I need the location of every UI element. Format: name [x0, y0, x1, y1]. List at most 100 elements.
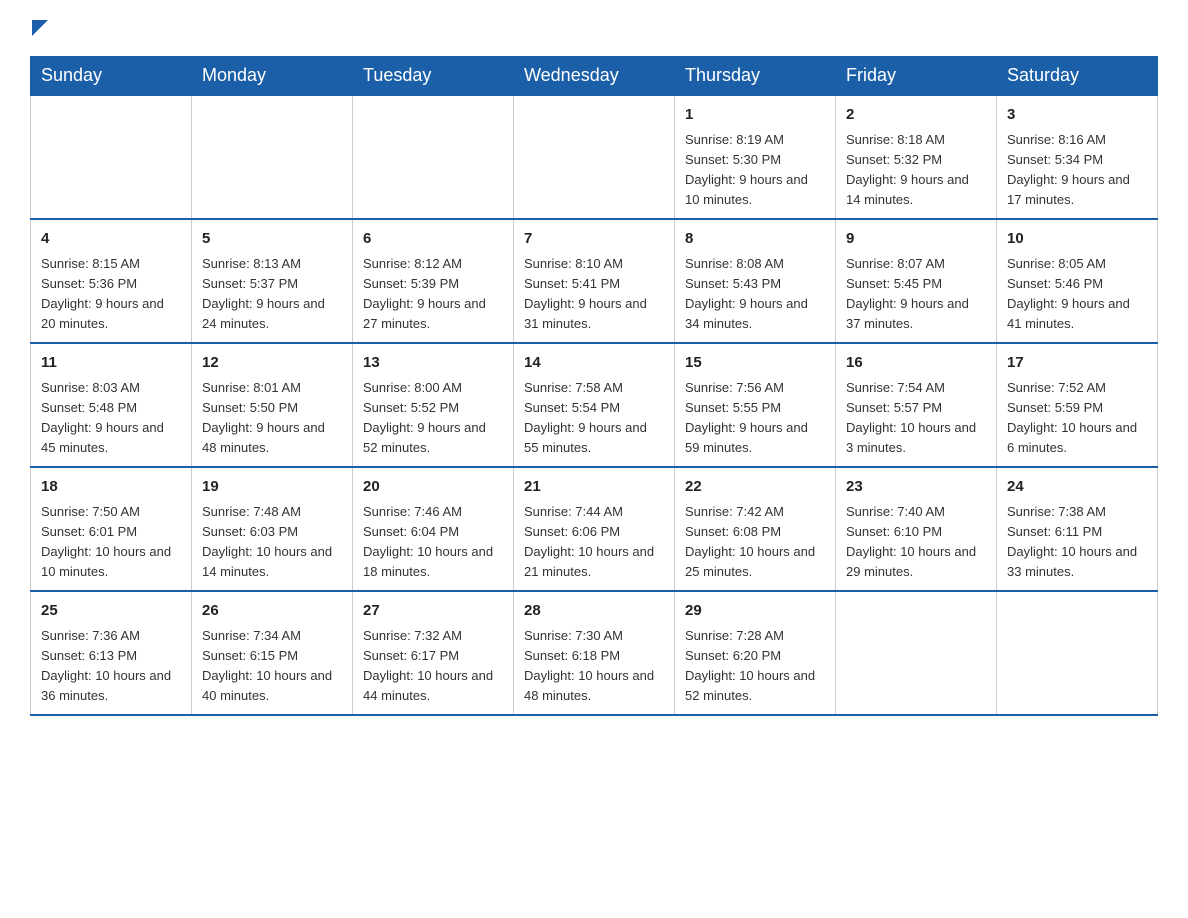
day-info: Sunrise: 8:05 AMSunset: 5:46 PMDaylight:… — [1007, 254, 1147, 335]
calendar-day-cell: 23Sunrise: 7:40 AMSunset: 6:10 PMDayligh… — [836, 467, 997, 591]
day-number: 10 — [1007, 228, 1147, 251]
calendar-day-cell: 5 Sunrise: 8:13 AMSunset: 5:37 PMDaylight… — [192, 219, 353, 343]
day-of-week-header: Monday — [192, 57, 353, 96]
calendar-day-cell: 27 Sunrise: 7:32 AMSunset: 6:17 PMDayligh… — [353, 591, 514, 715]
day-number: 20 — [363, 476, 503, 499]
calendar-week-row: 4 Sunrise: 8:15 AMSunset: 5:36 PMDaylight… — [31, 219, 1158, 343]
calendar-day-cell: 21 Sunrise: 7:44 AMSunset: 6:06 PMDayligh… — [514, 467, 675, 591]
day-number: 21 — [524, 476, 664, 499]
day-number: 19 — [202, 476, 342, 499]
calendar-day-cell: 11 Sunrise: 8:03 AMSunset: 5:48 PMDayligh… — [31, 343, 192, 467]
day-number: 16 — [846, 352, 986, 375]
day-info: Sunrise: 8:07 AMSunset: 5:45 PMDaylight:… — [846, 254, 986, 335]
day-number: 9 — [846, 228, 986, 251]
day-info: Sunrise: 7:42 AMSunset: 6:08 PMDaylight:… — [685, 502, 825, 583]
calendar-day-cell: 20 Sunrise: 7:46 AMSunset: 6:04 PMDayligh… — [353, 467, 514, 591]
logo-triangle-icon — [32, 20, 48, 36]
day-number: 13 — [363, 352, 503, 375]
day-number: 26 — [202, 600, 342, 623]
day-number: 22 — [685, 476, 825, 499]
calendar-day-cell: 3Sunrise: 8:16 AMSunset: 5:34 PMDaylight… — [997, 95, 1158, 219]
day-number: 24 — [1007, 476, 1147, 499]
day-info: Sunrise: 8:15 AMSunset: 5:36 PMDaylight:… — [41, 254, 181, 335]
day-info: Sunrise: 8:18 AMSunset: 5:32 PMDaylight:… — [846, 130, 986, 211]
day-info: Sunrise: 8:01 AMSunset: 5:50 PMDaylight:… — [202, 378, 342, 459]
day-info: Sunrise: 7:34 AMSunset: 6:15 PMDaylight:… — [202, 626, 342, 707]
day-number: 11 — [41, 352, 181, 375]
day-number: 27 — [363, 600, 503, 623]
calendar-day-cell: 15 Sunrise: 7:56 AMSunset: 5:55 PMDayligh… — [675, 343, 836, 467]
day-info: Sunrise: 8:13 AMSunset: 5:37 PMDaylight:… — [202, 254, 342, 335]
calendar-day-cell — [997, 591, 1158, 715]
day-info: Sunrise: 7:54 AMSunset: 5:57 PMDaylight:… — [846, 378, 986, 459]
day-info: Sunrise: 8:00 AMSunset: 5:52 PMDaylight:… — [363, 378, 503, 459]
calendar-day-cell — [836, 591, 997, 715]
day-number: 18 — [41, 476, 181, 499]
day-info: Sunrise: 7:28 AMSunset: 6:20 PMDaylight:… — [685, 626, 825, 707]
day-number: 25 — [41, 600, 181, 623]
logo — [30, 20, 48, 36]
calendar-day-cell: 29 Sunrise: 7:28 AMSunset: 6:20 PMDayligh… — [675, 591, 836, 715]
calendar-week-row: 25Sunrise: 7:36 AMSunset: 6:13 PMDayligh… — [31, 591, 1158, 715]
calendar-day-cell: 14 Sunrise: 7:58 AMSunset: 5:54 PMDayligh… — [514, 343, 675, 467]
calendar-day-cell: 26 Sunrise: 7:34 AMSunset: 6:15 PMDayligh… — [192, 591, 353, 715]
day-info: Sunrise: 8:03 AMSunset: 5:48 PMDaylight:… — [41, 378, 181, 459]
day-of-week-header: Sunday — [31, 57, 192, 96]
day-info: Sunrise: 7:52 AMSunset: 5:59 PMDaylight:… — [1007, 378, 1147, 459]
day-number: 8 — [685, 228, 825, 251]
calendar-day-cell: 13 Sunrise: 8:00 AMSunset: 5:52 PMDayligh… — [353, 343, 514, 467]
calendar-day-cell: 9 Sunrise: 8:07 AMSunset: 5:45 PMDaylight… — [836, 219, 997, 343]
day-of-week-header: Wednesday — [514, 57, 675, 96]
calendar-day-cell: 1 Sunrise: 8:19 AMSunset: 5:30 PMDaylight… — [675, 95, 836, 219]
day-number: 3 — [1007, 104, 1147, 127]
day-number: 17 — [1007, 352, 1147, 375]
day-info: Sunrise: 7:50 AMSunset: 6:01 PMDaylight:… — [41, 502, 181, 583]
day-info: Sunrise: 8:12 AMSunset: 5:39 PMDaylight:… — [363, 254, 503, 335]
calendar-day-cell — [192, 95, 353, 219]
day-number: 12 — [202, 352, 342, 375]
calendar-day-cell: 19 Sunrise: 7:48 AMSunset: 6:03 PMDayligh… — [192, 467, 353, 591]
day-number: 7 — [524, 228, 664, 251]
calendar-week-row: 1 Sunrise: 8:19 AMSunset: 5:30 PMDaylight… — [31, 95, 1158, 219]
day-of-week-header: Thursday — [675, 57, 836, 96]
day-info: Sunrise: 7:32 AMSunset: 6:17 PMDaylight:… — [363, 626, 503, 707]
day-info: Sunrise: 7:30 AMSunset: 6:18 PMDaylight:… — [524, 626, 664, 707]
calendar-day-cell — [514, 95, 675, 219]
calendar-day-cell: 18 Sunrise: 7:50 AMSunset: 6:01 PMDayligh… — [31, 467, 192, 591]
calendar-week-row: 11 Sunrise: 8:03 AMSunset: 5:48 PMDayligh… — [31, 343, 1158, 467]
day-number: 23 — [846, 476, 986, 499]
day-number: 5 — [202, 228, 342, 251]
calendar-day-cell: 25Sunrise: 7:36 AMSunset: 6:13 PMDayligh… — [31, 591, 192, 715]
day-info: Sunrise: 8:19 AMSunset: 5:30 PMDaylight:… — [685, 130, 825, 211]
day-info: Sunrise: 7:44 AMSunset: 6:06 PMDaylight:… — [524, 502, 664, 583]
day-number: 6 — [363, 228, 503, 251]
day-number: 14 — [524, 352, 664, 375]
day-of-week-header: Saturday — [997, 57, 1158, 96]
day-number: 28 — [524, 600, 664, 623]
day-info: Sunrise: 8:08 AMSunset: 5:43 PMDaylight:… — [685, 254, 825, 335]
calendar-day-cell: 17 Sunrise: 7:52 AMSunset: 5:59 PMDayligh… — [997, 343, 1158, 467]
calendar-day-cell: 4 Sunrise: 8:15 AMSunset: 5:36 PMDaylight… — [31, 219, 192, 343]
day-number: 1 — [685, 104, 825, 127]
calendar-day-cell: 2Sunrise: 8:18 AMSunset: 5:32 PMDaylight… — [836, 95, 997, 219]
day-number: 15 — [685, 352, 825, 375]
calendar-day-cell: 7 Sunrise: 8:10 AMSunset: 5:41 PMDaylight… — [514, 219, 675, 343]
day-number: 4 — [41, 228, 181, 251]
day-info: Sunrise: 7:56 AMSunset: 5:55 PMDaylight:… — [685, 378, 825, 459]
calendar-table: SundayMondayTuesdayWednesdayThursdayFrid… — [30, 56, 1158, 716]
calendar-day-cell — [31, 95, 192, 219]
day-number: 29 — [685, 600, 825, 623]
day-info: Sunrise: 8:10 AMSunset: 5:41 PMDaylight:… — [524, 254, 664, 335]
calendar-day-cell: 16 Sunrise: 7:54 AMSunset: 5:57 PMDayligh… — [836, 343, 997, 467]
day-info: Sunrise: 7:46 AMSunset: 6:04 PMDaylight:… — [363, 502, 503, 583]
day-info: Sunrise: 7:58 AMSunset: 5:54 PMDaylight:… — [524, 378, 664, 459]
calendar-day-cell: 6 Sunrise: 8:12 AMSunset: 5:39 PMDaylight… — [353, 219, 514, 343]
page-header — [30, 20, 1158, 36]
calendar-day-cell: 24Sunrise: 7:38 AMSunset: 6:11 PMDayligh… — [997, 467, 1158, 591]
calendar-header-row: SundayMondayTuesdayWednesdayThursdayFrid… — [31, 57, 1158, 96]
calendar-week-row: 18 Sunrise: 7:50 AMSunset: 6:01 PMDayligh… — [31, 467, 1158, 591]
day-info: Sunrise: 7:48 AMSunset: 6:03 PMDaylight:… — [202, 502, 342, 583]
calendar-day-cell: 10 Sunrise: 8:05 AMSunset: 5:46 PMDayligh… — [997, 219, 1158, 343]
calendar-day-cell: 8 Sunrise: 8:08 AMSunset: 5:43 PMDaylight… — [675, 219, 836, 343]
calendar-day-cell: 28 Sunrise: 7:30 AMSunset: 6:18 PMDayligh… — [514, 591, 675, 715]
